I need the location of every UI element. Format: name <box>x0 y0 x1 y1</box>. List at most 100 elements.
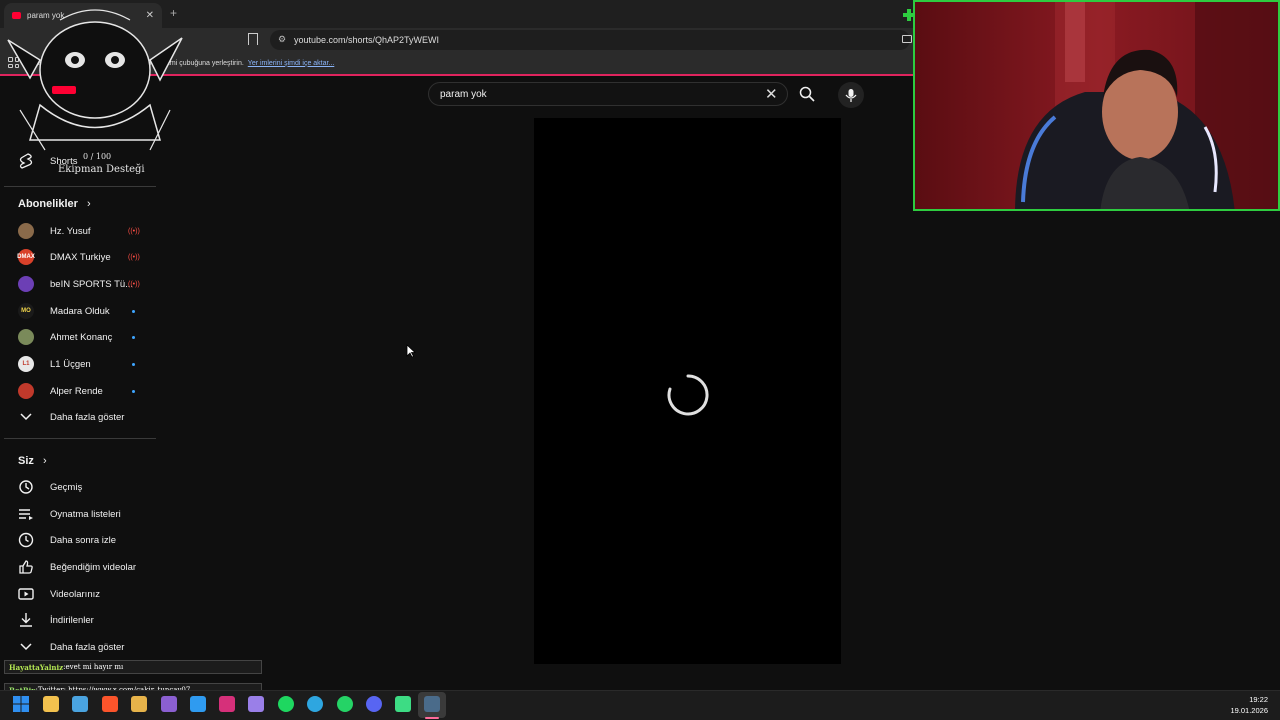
subscription-name: beIN SPORTS Tü... <box>50 278 134 290</box>
subscription-name: L1 Üçgen <box>50 358 91 370</box>
avatar <box>18 276 34 292</box>
sidebar-item-playlist[interactable]: Oynatma listeleri <box>18 503 148 525</box>
webcam-overlay <box>913 0 1280 211</box>
visual-studio-icon[interactable] <box>161 696 177 712</box>
subscription-item[interactable]: Hz. Yusuf ((•)) <box>18 220 148 242</box>
channel-avatar: L1 <box>18 356 34 372</box>
clock-date: 19.01.2026 <box>1230 706 1268 715</box>
clock-time: 19:22 <box>1249 695 1268 704</box>
chevron-down-icon <box>18 409 34 425</box>
show-more-subscriptions[interactable]: Daha fazla göster <box>18 406 148 428</box>
live-indicator-icon: ((•)) <box>128 227 140 235</box>
avatar <box>18 223 34 239</box>
file-explorer-icon[interactable] <box>43 696 59 712</box>
sidebar-item-label: Daha fazla göster <box>50 411 125 423</box>
subscription-item[interactable]: Alper Rende <box>18 380 148 402</box>
subscription-name: DMAX Turkiye <box>50 251 111 263</box>
url-text: youtube.com/shorts/QhAP2TyWEWI <box>294 35 440 45</box>
search-icon <box>799 86 815 102</box>
sidebar-item-history[interactable]: Geçmiş <box>18 476 148 498</box>
channel-avatar <box>18 223 34 239</box>
loading-spinner-icon <box>667 374 709 416</box>
sidebar-item-label: Daha sonra izle <box>50 534 117 546</box>
active-app-indicator <box>425 717 439 719</box>
channel-avatar <box>18 329 34 345</box>
subscription-item[interactable]: Ahmet Konanç <box>18 326 148 348</box>
voice-search-button[interactable] <box>838 82 864 108</box>
sidebar-item-clock[interactable]: Daha sonra izle <box>18 529 148 551</box>
site-info-icon[interactable]: ⚙ <box>278 34 286 45</box>
subscriptions-title[interactable]: Abonelikler › <box>18 198 91 210</box>
mouse-cursor-icon <box>406 344 416 358</box>
subscription-item[interactable]: MO Madara Olduk <box>18 300 148 322</box>
chat-text: evet mi hayır mı <box>65 663 124 671</box>
show-more-you[interactable]: Daha fazla göster <box>18 636 148 658</box>
channel-avatar <box>18 383 34 399</box>
bookmark-icon[interactable] <box>248 33 258 45</box>
new-content-dot-icon <box>132 336 135 339</box>
address-bar[interactable]: ⚙ youtube.com/shorts/QhAP2TyWEWI <box>270 30 910 50</box>
live-indicator-icon: ((•)) <box>128 280 140 288</box>
avatar <box>18 383 34 399</box>
bookmarks-import-link[interactable]: Yer imlerini şimdi içe aktar... <box>248 60 335 67</box>
sidebar-item-video[interactable]: Videolarınız <box>18 583 148 605</box>
brave-icon[interactable] <box>102 696 118 712</box>
baby-yoda-overlay-logo <box>7 9 183 151</box>
chevron-right-icon: › <box>42 455 47 467</box>
vscode-icon[interactable] <box>190 696 206 712</box>
subscription-name: Madara Olduk <box>50 305 110 317</box>
sidebar-item-label: Oynatma listeleri <box>50 508 121 520</box>
steam-icon[interactable] <box>424 696 440 712</box>
cast-icon[interactable] <box>902 35 912 43</box>
feather-icon[interactable] <box>248 696 264 712</box>
new-content-dot-icon <box>132 390 135 393</box>
live-indicator-icon: ((•)) <box>128 253 140 261</box>
spotify-icon[interactable] <box>278 696 294 712</box>
sidebar-item-label: Shorts <box>50 155 78 167</box>
subscription-item[interactable]: beIN SPORTS Tü... ((•)) <box>18 273 148 295</box>
you-section-title[interactable]: Siz › <box>18 455 47 467</box>
clock-icon <box>18 532 34 548</box>
channel-avatar: DMAX <box>17 249 35 265</box>
sidebar-item-label: Geçmiş <box>50 481 83 493</box>
system-clock[interactable]: 19:22 19.01.2026 <box>1220 694 1268 716</box>
subscription-name: Alper Rende <box>50 385 103 397</box>
sidebar-item-thumbs-up[interactable]: Beğendiğim videolar <box>18 556 148 578</box>
download-icon <box>18 612 34 628</box>
sidebar-divider <box>4 438 156 439</box>
chat-message: HayattaYalniz: evet mi hayır mı <box>4 660 262 674</box>
video-icon <box>18 586 34 602</box>
android-studio-icon[interactable] <box>395 696 411 712</box>
avatar: L1 <box>18 356 34 372</box>
search-button[interactable] <box>790 83 824 105</box>
avatar: MO <box>18 303 34 319</box>
subscription-name: Hz. Yusuf <box>50 225 91 237</box>
instagram-icon[interactable] <box>219 696 235 712</box>
sidebar-item-shorts[interactable]: Shorts <box>18 150 148 172</box>
new-content-dot-icon <box>132 363 135 366</box>
subscription-item[interactable]: DMAX DMAX Turkiye ((•)) <box>17 246 148 268</box>
microphone-icon <box>845 88 857 102</box>
avatar <box>18 329 34 345</box>
subscription-item[interactable]: L1 L1 Üçgen <box>18 353 148 375</box>
mail-icon[interactable] <box>72 696 88 712</box>
sidebar-item-label: Daha fazla göster <box>50 641 125 653</box>
discord-icon[interactable] <box>366 696 382 712</box>
search-input-value: param yok <box>440 88 487 100</box>
channel-avatar <box>18 276 34 292</box>
history-icon <box>18 479 34 495</box>
clear-search-icon[interactable]: ✕ <box>765 85 778 103</box>
windows-start-icon[interactable] <box>13 696 29 712</box>
thumbs-up-icon <box>18 559 34 575</box>
chevron-down-icon <box>18 639 34 655</box>
playlist-icon <box>18 506 34 522</box>
paint-icon[interactable] <box>131 696 147 712</box>
chevron-right-icon: › <box>86 198 91 210</box>
telegram-icon[interactable] <box>307 696 323 712</box>
shorts-icon <box>18 153 34 169</box>
new-content-dot-icon <box>132 310 135 313</box>
search-input[interactable]: param yok <box>428 82 788 106</box>
channel-avatar: MO <box>18 303 34 319</box>
whatsapp-icon[interactable] <box>337 696 353 712</box>
sidebar-item-download[interactable]: İndirilenler <box>18 609 148 631</box>
